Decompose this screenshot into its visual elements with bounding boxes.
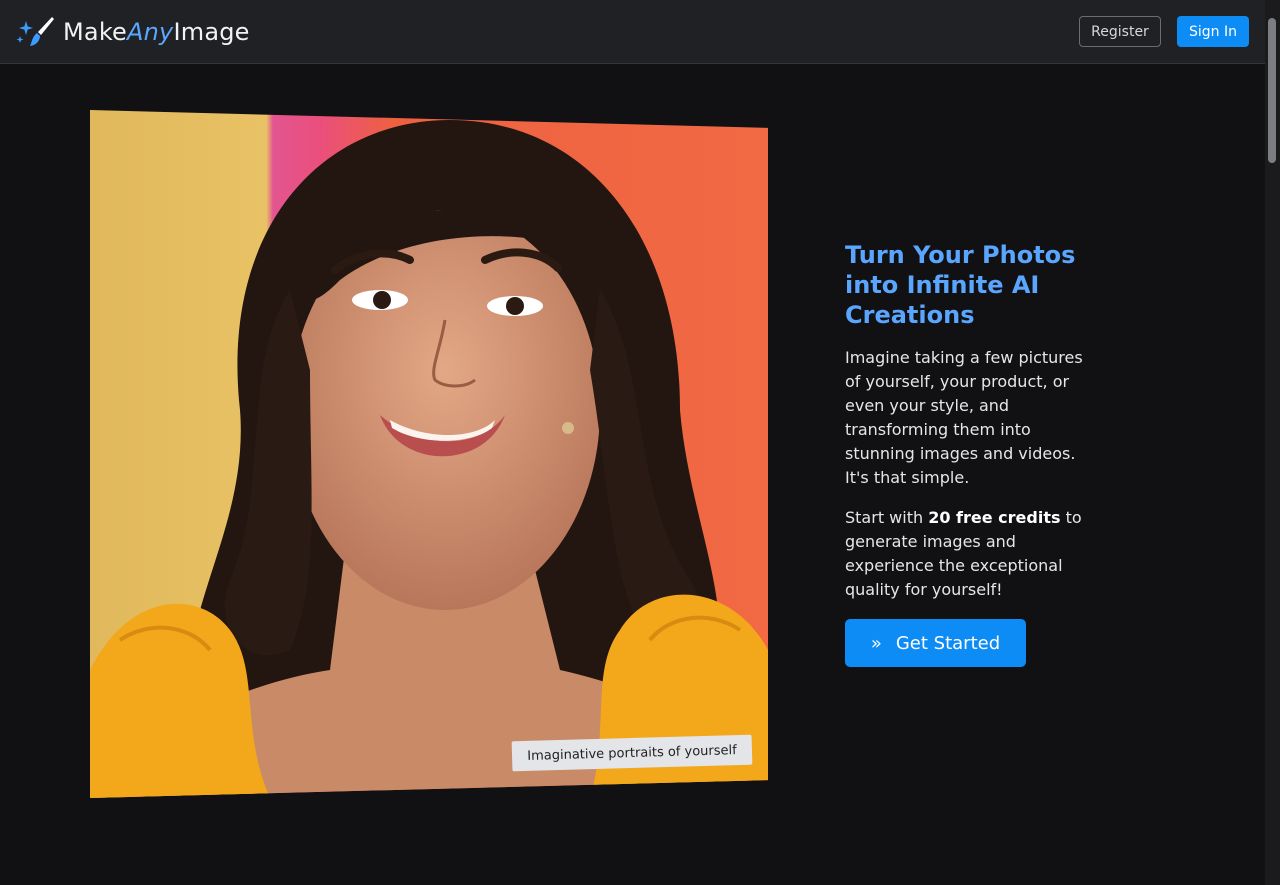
scrollbar-thumb[interactable] (1268, 18, 1276, 163)
brand-logo-link[interactable]: MakeAnyImage (15, 14, 250, 50)
hero-description: Imagine taking a few pictures of yoursel… (845, 348, 1083, 487)
sign-in-button[interactable]: Sign In (1177, 16, 1249, 47)
brand-name: MakeAnyImage (63, 18, 250, 46)
get-started-label: Get Started (895, 632, 1001, 654)
hero-headline: Turn Your Photos into Infinite AI Creati… (845, 241, 1076, 329)
credits-text-pre: Start with (845, 508, 929, 527)
get-started-button[interactable]: » Get Started (845, 619, 1026, 667)
hero-portrait-image (90, 110, 768, 798)
hero-credits-text: Start with 20 free credits to generate i… (845, 506, 1095, 602)
sparkle-brush-icon (15, 15, 55, 49)
free-credits-highlight: 20 free credits (928, 508, 1061, 527)
top-navbar: MakeAnyImage Register Sign In (0, 0, 1265, 64)
page-scrollbar[interactable] (1265, 0, 1280, 885)
double-chevron-right-icon: » (870, 632, 882, 654)
register-button[interactable]: Register (1079, 16, 1161, 47)
